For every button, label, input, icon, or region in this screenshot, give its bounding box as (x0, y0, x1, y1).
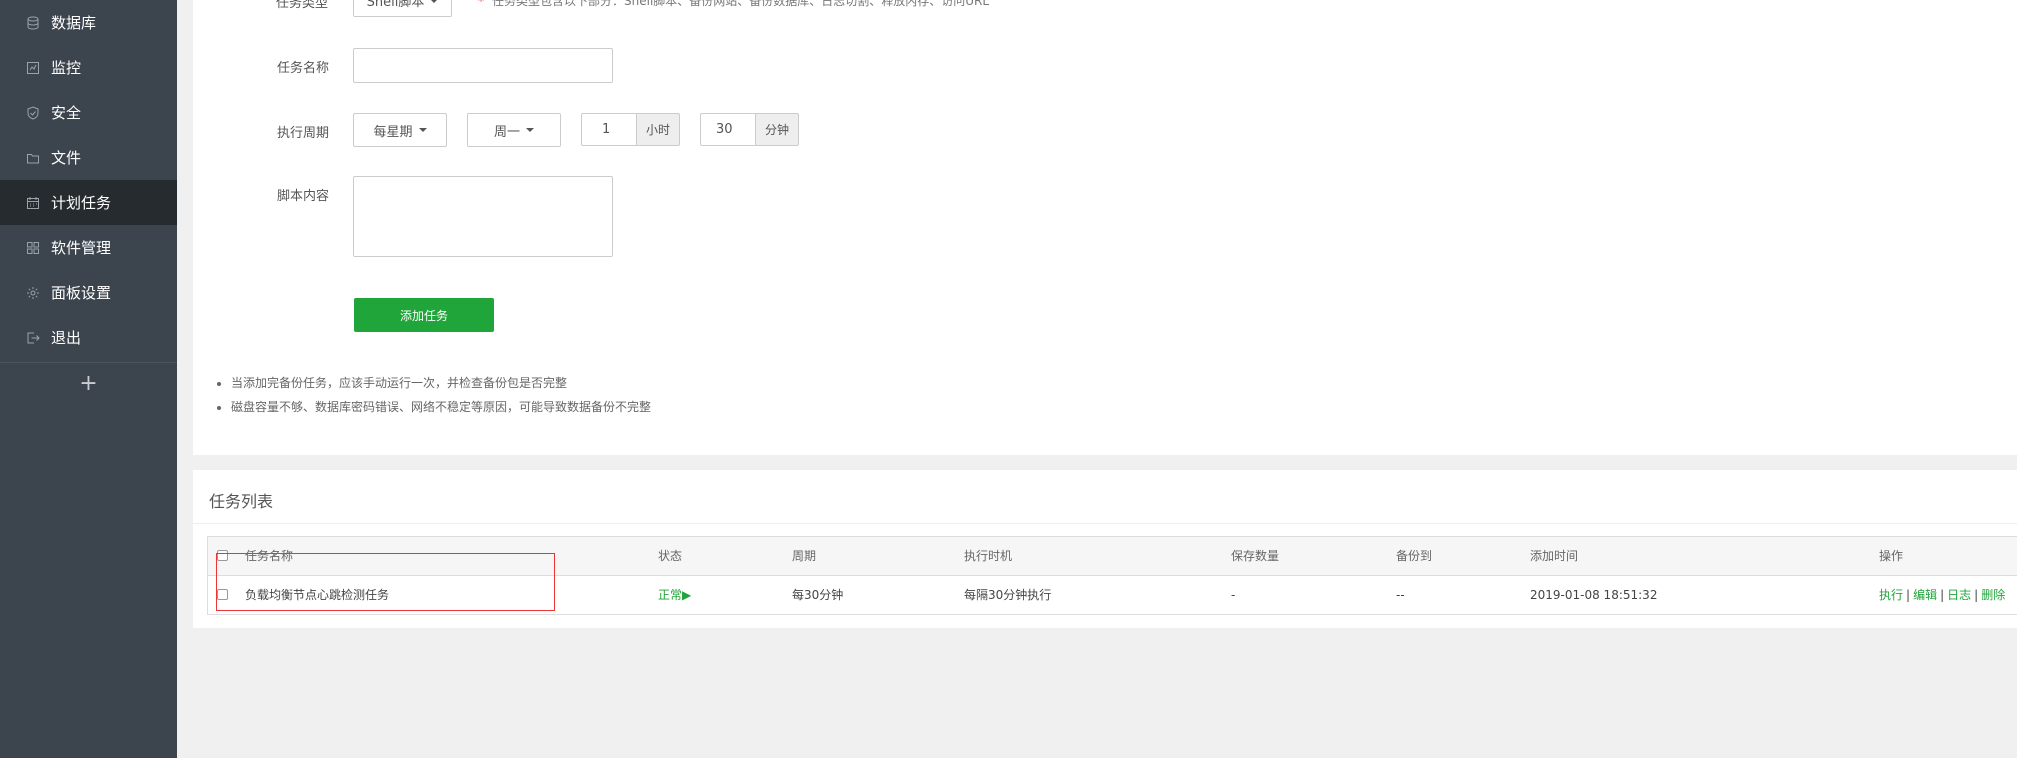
script-textarea[interactable] (353, 176, 613, 257)
sidebar-item-label: 数据库 (51, 14, 97, 32)
added-time-cell: 2019-01-08 18:51:32 (1530, 588, 1658, 602)
task-type-select[interactable]: Shell脚本 (353, 0, 452, 17)
caret-down-icon (430, 0, 439, 3)
task-name-label: 任务名称 (277, 61, 330, 76)
cycle-label: 执行周期 (277, 126, 330, 141)
grid-icon (26, 241, 40, 255)
minute-unit: 分钟 (755, 113, 799, 146)
execute-link[interactable]: 执行 (1879, 588, 1903, 602)
logout-icon (26, 331, 40, 345)
sidebar-item-database[interactable]: 数据库 (0, 0, 177, 45)
column-header: 保存数量 (1231, 549, 1280, 563)
status-badge[interactable]: 正常▶ (658, 576, 691, 614)
column-header: 添加时间 (1530, 549, 1579, 563)
sidebar-item-scheduled-tasks[interactable]: 计划任务 (0, 180, 177, 225)
tips-list: 当添加完备份任务，应该手动运行一次，并检查备份包是否完整 磁盘容量不够、数据库密… (213, 371, 651, 419)
sidebar: 数据库 监控 安全 文件 计划任务 软件管理 面板设置 退出 + (0, 0, 177, 758)
sidebar-item-monitor[interactable]: 监控 (0, 45, 177, 90)
add-button[interactable]: + (0, 371, 177, 397)
sidebar-item-label: 计划任务 (51, 194, 112, 212)
task-list-title: 任务列表 (209, 492, 274, 511)
sidebar-divider (0, 362, 177, 363)
database-icon (26, 16, 40, 30)
column-header: 任务名称 (245, 549, 294, 563)
task-type-value: Shell脚本 (366, 0, 425, 10)
cycle-type-value: 每星期 (373, 124, 413, 140)
task-type-hint: * 任务类型包含以下部分：Shell脚本、备份网站、备份数据库、日志切割、释放内存… (478, 0, 989, 9)
sidebar-item-security[interactable]: 安全 (0, 90, 177, 135)
task-form-panel: 任务类型 Shell脚本 * 任务类型包含以下部分：Shell脚本、备份网站、备份… (193, 0, 2017, 455)
gear-icon (26, 286, 40, 300)
sidebar-item-label: 面板设置 (51, 284, 112, 302)
add-task-button[interactable]: 添加任务 (354, 298, 494, 332)
log-link[interactable]: 日志 (1947, 588, 1971, 602)
sidebar-item-label: 软件管理 (51, 239, 112, 257)
actions-cell: 执行 | 编辑 | 日志 | 删除 (1879, 576, 2005, 614)
cycle-type-select[interactable]: 每星期 (353, 113, 447, 147)
sidebar-item-logout[interactable]: 退出 (0, 315, 177, 360)
column-header: 状态 (658, 549, 683, 563)
task-table: 任务名称 状态 周期 执行时机 保存数量 备份到 添加时间 操作 负载均衡节点心… (207, 536, 2017, 615)
separator: | (1940, 588, 1945, 602)
required-star-icon: * (478, 0, 484, 8)
backup-to-cell: -- (1396, 588, 1405, 602)
sidebar-item-label: 监控 (51, 59, 82, 77)
script-label: 脚本内容 (277, 189, 330, 204)
tip-item: 当添加完备份任务，应该手动运行一次，并检查备份包是否完整 (231, 371, 651, 395)
timing-cell: 每隔30分钟执行 (964, 588, 1052, 602)
task-type-hint-text: 任务类型包含以下部分：Shell脚本、备份网站、备份数据库、日志切割、释放内存、… (492, 0, 990, 8)
task-name-cell: 负载均衡节点心跳检测任务 (245, 588, 390, 602)
table-row: 负载均衡节点心跳检测任务 正常▶ 每30分钟 每隔30分钟执行 - -- 201… (208, 576, 2017, 614)
column-header: 周期 (792, 549, 817, 563)
monitor-icon (26, 61, 40, 75)
hour-unit: 小时 (636, 113, 680, 146)
select-all-checkbox[interactable] (217, 550, 228, 561)
delete-link[interactable]: 删除 (1981, 588, 2005, 602)
hour-input[interactable]: 1 (581, 113, 636, 146)
sidebar-item-label: 文件 (51, 149, 82, 167)
cycle-cell: 每30分钟 (792, 588, 844, 602)
column-header: 执行时机 (964, 549, 1013, 563)
column-header: 操作 (1879, 549, 1904, 563)
separator: | (1906, 588, 1911, 602)
shield-icon (26, 105, 40, 120)
minute-input-group: 30 分钟 (700, 113, 799, 146)
sidebar-item-label: 安全 (51, 104, 82, 122)
sidebar-item-label: 退出 (51, 329, 82, 347)
column-header: 备份到 (1396, 549, 1433, 563)
task-type-label: 任务类型 (276, 0, 329, 11)
sidebar-item-files[interactable]: 文件 (0, 135, 177, 180)
folder-icon (26, 151, 40, 165)
divider (193, 523, 2017, 524)
calendar-icon (26, 196, 40, 210)
minute-input[interactable]: 30 (700, 113, 755, 146)
caret-down-icon (418, 128, 427, 132)
tip-item: 磁盘容量不够、数据库密码错误、网络不稳定等原因，可能导致数据备份不完整 (231, 395, 651, 419)
hour-input-group: 1 小时 (581, 113, 680, 146)
sidebar-item-software[interactable]: 软件管理 (0, 225, 177, 270)
save-count-cell: - (1231, 588, 1236, 602)
task-list-panel: 任务列表 任务名称 状态 周期 执行时机 保存数量 备份到 添加时间 操作 负载… (193, 470, 2017, 628)
sidebar-item-panel-settings[interactable]: 面板设置 (0, 270, 177, 315)
weekday-select[interactable]: 周一 (467, 113, 561, 147)
caret-down-icon (526, 128, 534, 132)
edit-link[interactable]: 编辑 (1913, 588, 1937, 602)
separator: | (1974, 588, 1979, 602)
weekday-value: 周一 (493, 124, 520, 140)
table-header: 任务名称 状态 周期 执行时机 保存数量 备份到 添加时间 操作 (208, 537, 2017, 576)
row-checkbox[interactable] (217, 589, 228, 600)
task-name-input[interactable] (353, 48, 613, 83)
